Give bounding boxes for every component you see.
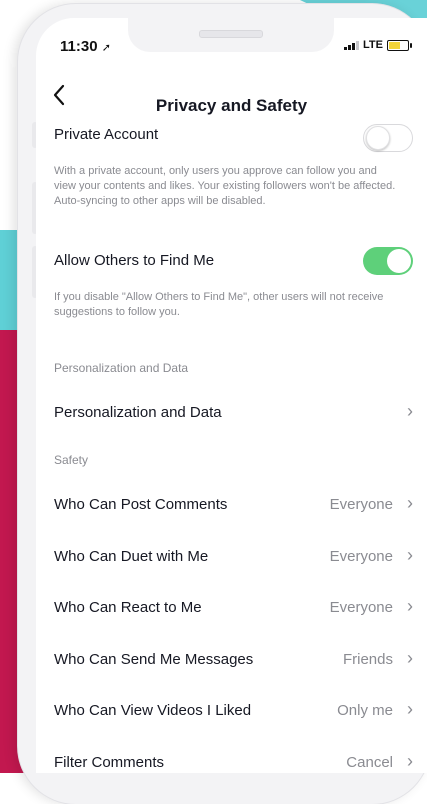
chevron-right-icon: › bbox=[407, 699, 413, 719]
find-me-row: Allow Others to Find Me bbox=[36, 238, 427, 284]
chevron-right-icon: › bbox=[407, 648, 413, 668]
safety-row-label: Who Can Duet with Me bbox=[54, 548, 209, 565]
find-me-description: If you disable "Allow Others to Find Me"… bbox=[54, 291, 384, 318]
private-account-toggle[interactable] bbox=[363, 124, 413, 152]
chevron-right-icon: › bbox=[407, 545, 413, 565]
safety-row-value: Everyone bbox=[329, 548, 393, 565]
personalization-label: Personalization and Data bbox=[54, 404, 222, 421]
chevron-right-icon: › bbox=[407, 401, 413, 421]
safety-row-value: Only me bbox=[337, 702, 393, 719]
safety-row-value: Everyone bbox=[329, 599, 393, 616]
status-time: 11:30 ➚ bbox=[60, 38, 111, 55]
safety-row-comments[interactable]: Who Can Post Comments Everyone › bbox=[36, 482, 427, 528]
safety-row-label: Who Can React to Me bbox=[54, 599, 202, 616]
chevron-right-icon: › bbox=[407, 596, 413, 616]
safety-row-value: Everyone bbox=[329, 496, 393, 513]
location-icon: ➚ bbox=[101, 42, 111, 54]
find-me-label: Allow Others to Find Me bbox=[54, 252, 215, 269]
private-account-label: Private Account bbox=[54, 126, 159, 143]
personalization-row[interactable]: Personalization and Data › bbox=[36, 390, 427, 436]
page-title: Privacy and Safety bbox=[155, 96, 308, 115]
toggle-knob bbox=[366, 126, 390, 150]
safety-row-value: Cancel bbox=[346, 754, 393, 771]
safety-section-label: Safety bbox=[54, 453, 89, 467]
safety-row-messages[interactable]: Who Can Send Me Messages Friends › bbox=[36, 637, 427, 683]
signal-icon bbox=[344, 40, 360, 50]
safety-row-filter-comments[interactable]: Filter Comments Cancel › bbox=[36, 740, 427, 773]
status-indicators: LTE bbox=[344, 39, 412, 51]
personalization-section-label: Personalization and Data bbox=[54, 361, 189, 375]
safety-row-liked-videos[interactable]: Who Can View Videos I Liked Only me › bbox=[36, 688, 427, 734]
safety-row-value: Friends bbox=[342, 651, 393, 668]
safety-row-label: Who Can Post Comments bbox=[54, 496, 228, 513]
notch bbox=[128, 18, 334, 52]
chevron-right-icon: › bbox=[407, 751, 413, 771]
battery-icon bbox=[387, 39, 412, 51]
safety-row-react[interactable]: Who Can React to Me Everyone › bbox=[36, 585, 427, 631]
network-label: LTE bbox=[363, 39, 383, 51]
private-account-description: With a private account, only users you a… bbox=[54, 165, 396, 207]
speaker bbox=[199, 30, 263, 38]
toggle-knob bbox=[387, 249, 411, 273]
navigation-bar: Privacy and Safety bbox=[36, 78, 427, 122]
chevron-right-icon: › bbox=[407, 493, 413, 513]
private-account-row: Private Account bbox=[36, 122, 427, 168]
safety-row-duet[interactable]: Who Can Duet with Me Everyone › bbox=[36, 534, 427, 580]
find-me-toggle[interactable] bbox=[363, 247, 413, 275]
safety-row-label: Who Can Send Me Messages bbox=[54, 651, 254, 668]
safety-row-label: Filter Comments bbox=[54, 754, 165, 771]
safety-row-label: Who Can View Videos I Liked bbox=[54, 702, 252, 719]
app-screen: 11:30 ➚ LTE Privacy and Safety Private A… bbox=[36, 18, 427, 773]
